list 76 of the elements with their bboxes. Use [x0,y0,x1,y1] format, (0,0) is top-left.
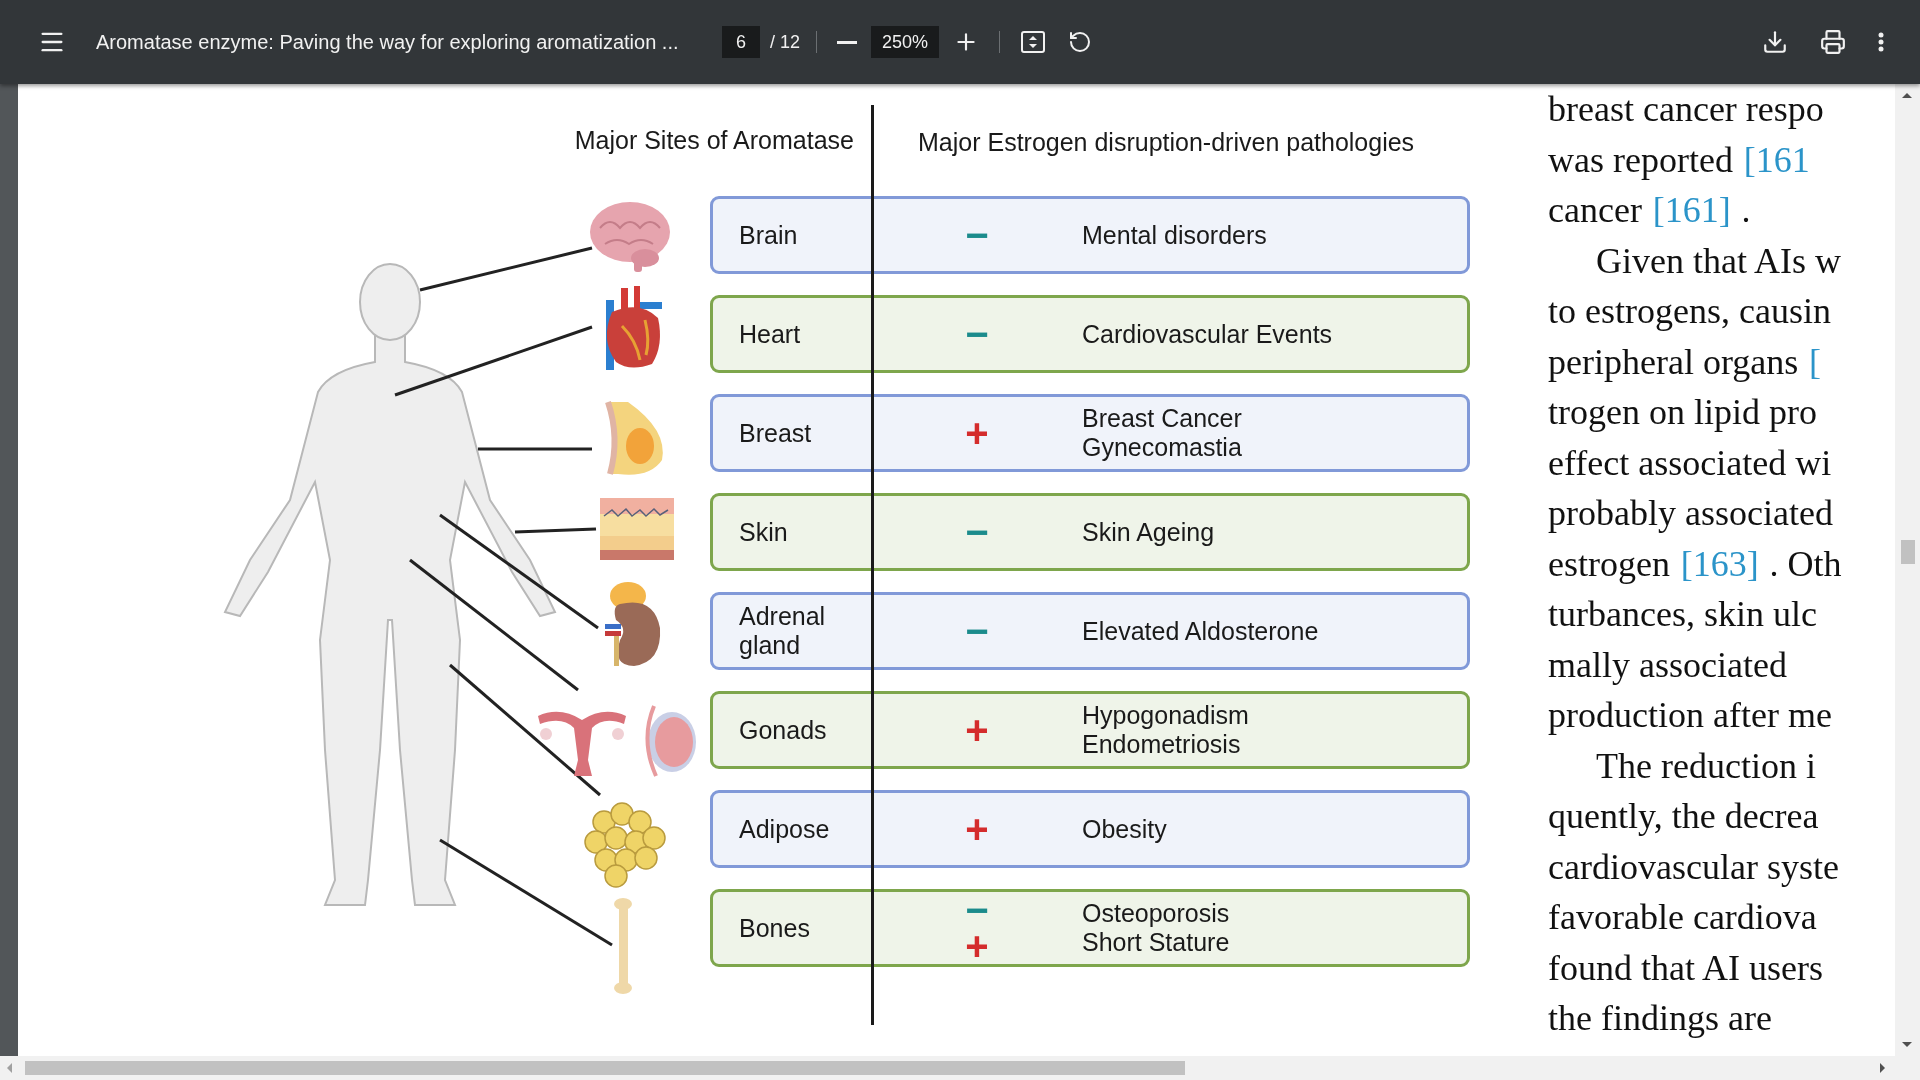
body-text: probably associated [1548,492,1833,535]
body-text: favorable cardiova [1548,896,1817,939]
pathology-label: Skin Ageing [1082,517,1216,547]
pathology-label: Cardiovascular Events [1082,319,1334,349]
rotate-icon [1068,30,1093,54]
decrease-sign: − [965,316,989,352]
printer-icon [1820,29,1846,55]
citation-link[interactable]: [ [1809,336,1822,387]
figure-heading: Major Estrogen disruption-driven pathologies [917,127,1416,157]
increase-sign: + [965,712,989,748]
citation-link[interactable]: [163] [1680,538,1759,589]
increase-sign: + [965,928,989,964]
citation-link[interactable]: [161 [1743,134,1810,185]
pathology-label: Short Stature [1082,928,1231,957]
body-text: found that AI users [1548,946,1823,990]
decrease-sign: − [965,514,989,550]
body-text: was reported [1548,138,1733,182]
pathology-label: Mental disorders [1082,220,1268,250]
site-label: Gonads [738,715,828,745]
site-label: Brain [738,220,799,250]
page-count: / 12 [770,31,801,53]
pathology-label: Osteoporosis [1082,899,1231,928]
pathology-label: Breast Cancer [1082,404,1243,433]
testis-icon [645,705,696,777]
body-text: quently, the decrea [1548,795,1819,838]
pathology-label: Obesity [1082,814,1168,844]
body-text: breast cancer respo [1548,88,1824,131]
figure-heading: Major Sites of Aromatase [573,125,855,155]
citation-link[interactable]: [161] [1652,185,1731,236]
body-text: trogen on lipid pro [1548,391,1817,434]
pathology-label: Gynecomastia [1082,433,1243,462]
pathology-label: Elevated Aldosterone [1082,616,1320,646]
body-text: Given that AIs w [1596,239,1841,283]
body-text: cardiovascular syste [1548,845,1839,889]
document-title: Aromatase enzyme: Paving the way for exploring aromatization ... [96,30,680,54]
site-label: Adipose [738,814,831,844]
body-text: The reduction i [1596,744,1816,788]
body-text: mally associated [1548,643,1787,687]
horizontal-scrollbar[interactable] [0,1056,1920,1080]
increase-sign: + [965,415,989,451]
body-text: turbances, skin ulc [1548,593,1817,636]
decrease-sign: − [965,217,989,253]
vertical-scrollbar[interactable] [1895,84,1920,1056]
pathology-label: Endometriosis [1082,730,1242,759]
site-label: Bones [738,913,811,943]
pathology-label: Hypogonadism [1082,701,1250,730]
body-text: production after me [1548,694,1832,737]
uterus-icon [538,711,626,776]
more-icon [1878,32,1884,52]
bone-icon [614,898,632,994]
breast-icon [605,401,663,475]
fit-page-icon [1020,29,1047,55]
body-text: the findings are [1548,997,1772,1040]
site-label: Adrenal gland [738,602,827,660]
site-label: Skin [738,517,789,547]
body-text: . [1741,189,1751,232]
heart-icon [606,286,662,370]
site-label: Heart [738,319,802,349]
skin-icon [600,498,674,560]
zoom-field[interactable]: 250% [871,26,940,58]
page-number-field[interactable]: 6 [722,26,760,58]
minus-icon [837,40,858,44]
body-text: cancer [1548,189,1642,232]
brain-icon [590,202,670,272]
decrease-sign: − [965,613,989,649]
decrease-sign: − [965,892,989,928]
kidney-icon [605,582,661,666]
site-label: Breast [738,418,813,448]
body-text: estrogen [1548,542,1670,586]
body-text: . Oth [1769,542,1842,586]
download-icon [1762,29,1788,55]
body-text: effect associated wi [1548,441,1832,485]
body-text: peripheral organs [1548,340,1799,384]
body-text: to estrogens, causin [1548,290,1831,333]
increase-sign: + [965,811,989,847]
adipose-icon [584,802,666,888]
